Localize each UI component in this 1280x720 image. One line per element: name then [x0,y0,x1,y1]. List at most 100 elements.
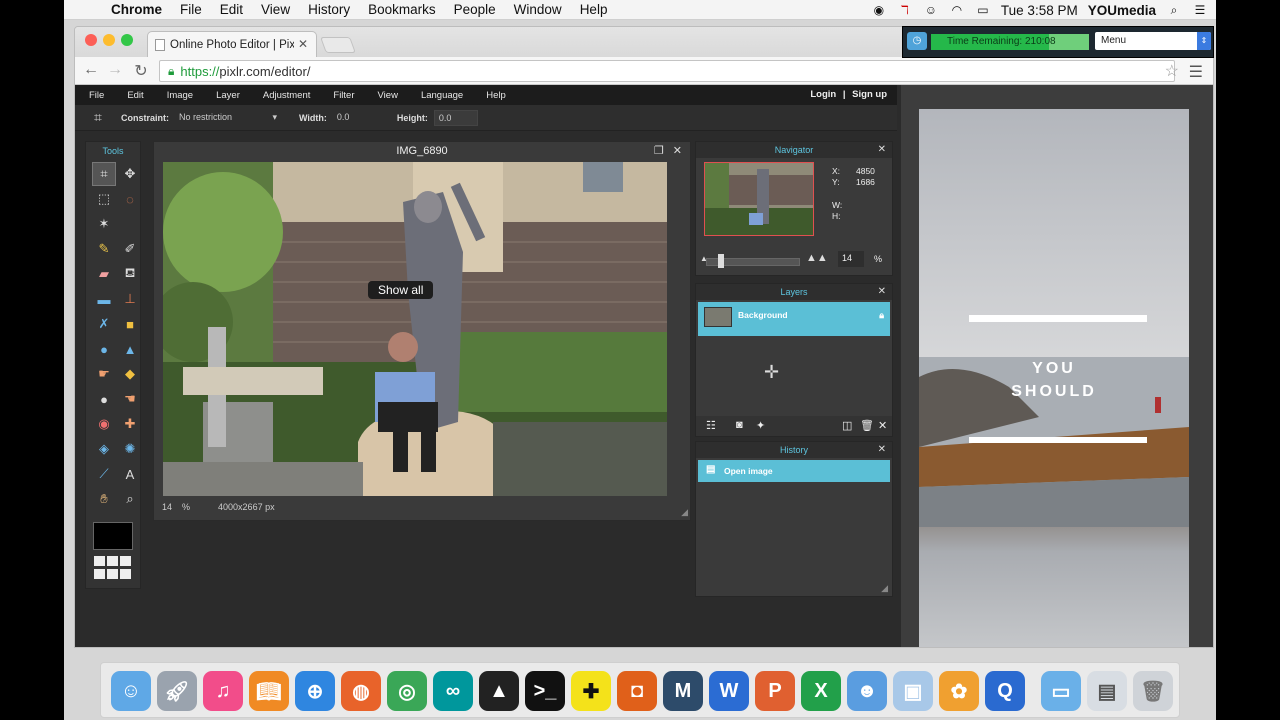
safari-icon[interactable]: ⊕ [295,671,335,711]
layer-mask-icon[interactable]: ◙ [736,419,743,431]
firefox-icon[interactable]: ◍ [341,671,381,711]
finder-icon[interactable]: ☺ [111,671,151,711]
width-input[interactable]: 0.0 [333,110,377,126]
menu-history[interactable]: History [299,2,359,17]
timer-menu-select[interactable]: Menu ⇕ [1095,32,1211,50]
pixlr-menu-view[interactable]: View [364,90,407,101]
new-tab-button[interactable] [320,37,356,53]
chrome-icon[interactable]: ◎ [387,671,427,711]
monitor-icon[interactable]: ☺ [923,3,939,17]
clock[interactable]: Tue 3:58 PM [1001,3,1078,18]
paint-bucket-icon[interactable]: ⛾ [118,262,142,286]
lasso-tool-icon[interactable]: ◌ [118,187,142,211]
gradient-tool-icon[interactable]: ▬ [92,287,116,311]
signup-link[interactable]: Sign up [852,89,887,100]
color-swatch[interactable] [93,522,133,550]
menu-file[interactable]: File [171,2,211,17]
zoom-input[interactable]: 14 [838,251,864,267]
pinch-tool-icon[interactable]: ✺ [118,437,142,461]
back-arrow-icon[interactable]: ← [81,61,101,79]
type-tool-icon[interactable]: A [118,462,142,486]
menu-help[interactable]: Help [571,2,617,17]
blur-tool-icon[interactable]: ● [92,337,116,361]
quicktime-icon[interactable]: Q [985,671,1025,711]
resize-handle-icon[interactable]: ◢ [881,583,888,594]
forward-arrow-icon[interactable]: → [105,61,125,79]
word-icon[interactable]: W [709,671,749,711]
new-layer-icon[interactable]: ◫ [842,419,852,432]
bookmark-star-icon[interactable]: ☆ [1165,61,1179,81]
hand-tool-icon[interactable]: ✋︎ [92,487,116,511]
menu-window[interactable]: Window [505,2,571,17]
status-app-icon[interactable]: ℸ [897,3,913,17]
close-tab-icon[interactable]: ✕ [298,37,308,51]
move-tool-icon[interactable]: ✥ [118,162,142,186]
pencil-tool-icon[interactable]: ✎ [92,237,116,261]
close-history-icon[interactable]: ✕ [878,442,886,458]
photos-icon[interactable]: ✿ [939,671,979,711]
resize-handle-icon[interactable]: ◢ [681,507,688,518]
processing-icon[interactable]: ◘ [617,671,657,711]
browser-tab[interactable]: Online Photo Editor | Pixlr ✕ [147,31,317,57]
pixlr-menu-adjustment[interactable]: Adjustment [249,90,320,101]
pixlr-menu-filter[interactable]: Filter [319,90,363,101]
maximize-window-button[interactable] [121,34,133,46]
close-window-button[interactable] [85,34,97,46]
spot-heal-tool-icon[interactable]: ✚ [118,412,142,436]
red-eye-tool-icon[interactable]: ◉ [92,412,116,436]
eraser-tool-icon[interactable]: ▰ [92,262,116,286]
chrome-menu-icon[interactable]: ☰ [1189,62,1203,82]
sharpen-tool-icon[interactable]: ▲ [118,337,142,361]
burn-tool-icon[interactable]: ☚ [118,387,142,411]
address-bar[interactable]: 🔒︎ https:// pixlr.com/editor/ [159,60,1175,82]
show-all-button[interactable]: Show all [368,281,434,299]
pixlr-menu-layer[interactable]: Layer [202,90,249,101]
close-navigator-icon[interactable]: ✕ [878,142,886,158]
lock-icon[interactable]: 🔒︎ [879,310,884,321]
grid-icon[interactable] [94,556,134,580]
musescore-icon[interactable]: M [663,671,703,711]
downloads-folder-icon[interactable]: ▭ [1041,671,1081,711]
layer-settings-icon[interactable]: ☷ [706,419,716,432]
stamp-tool-icon[interactable]: ⊥ [118,287,142,311]
login-link[interactable]: Login [810,89,836,100]
pixlr-menu-edit[interactable]: Edit [113,90,152,101]
layer-row[interactable]: Background 🔒︎ [698,302,890,336]
spotlight-search-icon[interactable]: ⌕ [1166,3,1182,17]
advertisement[interactable]: ••• YOU SHOULD [919,109,1189,647]
pixlr-menu-image[interactable]: Image [153,90,202,101]
messenger-icon[interactable]: ☻ [847,671,887,711]
pixlr-menu-help[interactable]: Help [472,90,515,101]
navigator-thumbnail[interactable] [704,162,814,236]
zoom-tool-icon[interactable]: ⌕ [118,487,142,511]
sponge-tool-icon[interactable]: ◆ [118,362,142,386]
color-picker-icon[interactable]: ⟋ [92,462,116,486]
close-image-icon[interactable]: ✕ [673,145,682,157]
replicatorg-icon[interactable]: ✚ [571,671,611,711]
menu-app-name[interactable]: Chrome [102,2,171,17]
drawing-tool-icon[interactable]: ■ [118,312,142,336]
preview-icon[interactable]: ▣ [893,671,933,711]
bloat-tool-icon[interactable]: ◈ [92,437,116,461]
reload-icon[interactable]: ↻ [131,61,151,81]
terminal-icon[interactable]: >_ [525,671,565,711]
menu-view[interactable]: View [252,2,299,17]
menu-people[interactable]: People [445,2,505,17]
photo-canvas[interactable] [163,162,667,496]
notification-list-icon[interactable]: ☰ [1192,3,1208,17]
menu-edit[interactable]: Edit [211,2,252,17]
marquee-tool-icon[interactable]: ⬚ [92,187,116,211]
brush-tool-icon[interactable]: ✐ [118,237,142,261]
powerpoint-icon[interactable]: P [755,671,795,711]
crop-tool-icon[interactable]: ⌗ [92,162,116,186]
restore-window-icon[interactable]: ❐ [654,145,664,157]
close-layers-icon[interactable]: ✕ [878,284,886,300]
battery-icon[interactable]: ▭ [975,3,991,17]
layer-styles-icon[interactable]: ✦ [756,419,765,432]
itunes-icon[interactable]: ♫ [203,671,243,711]
smudge-tool-icon[interactable]: ☛ [92,362,116,386]
zoom-in-mountain-icon[interactable]: ▲▲ [806,252,828,264]
inkscape-icon[interactable]: ▲ [479,671,519,711]
magic-wand-icon[interactable]: ✶ [92,212,116,236]
history-item[interactable]: ▤ Open image [698,460,890,482]
